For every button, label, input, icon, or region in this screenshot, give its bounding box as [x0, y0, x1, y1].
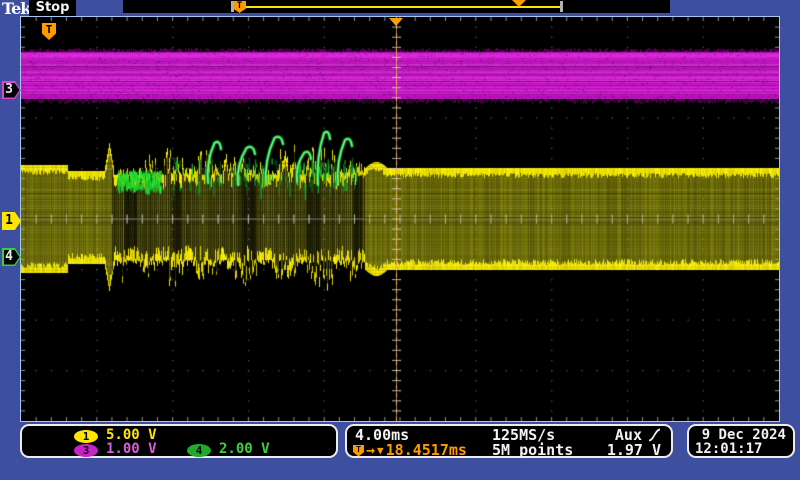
- record-length: 5M points: [492, 443, 573, 458]
- channel-4-marker-label: 4: [2, 249, 16, 264]
- trigger-position-bar-icon[interactable]: [512, 0, 526, 7]
- channel-1-marker-label: 1: [2, 213, 16, 228]
- channel-3-marker[interactable]: 3: [2, 81, 21, 99]
- graticule: T: [20, 16, 780, 422]
- channel-3-marker-label: 3: [2, 82, 16, 97]
- trigger-level: 1.97 V: [607, 443, 661, 458]
- datetime-box: 9 Dec 2024 12:01:17: [687, 424, 795, 458]
- horizontal-trigger-readout-box: 4.00ms 125MS/s Aux T → ▼ 18.4517ms 5M po…: [345, 424, 673, 458]
- time-readout: 12:01:17: [695, 442, 762, 457]
- channel-3-scale: 1.00 V: [106, 442, 157, 457]
- record-view-bar: T: [123, 0, 670, 13]
- trigger-t-icon: T: [233, 1, 246, 13]
- channel-4-scale: 2.00 V: [219, 442, 270, 457]
- acquisition-status[interactable]: Stop: [29, 0, 76, 17]
- window-bracket-right-icon[interactable]: [560, 1, 563, 12]
- channel-4-marker[interactable]: 4: [2, 248, 21, 266]
- trigger-position-icon[interactable]: [389, 18, 403, 26]
- channel-4-badge[interactable]: 4: [187, 444, 211, 457]
- waveform-display: [21, 17, 779, 421]
- oscilloscope-screen: Tek Stop T T 3 1 4 1 5.00 V 3 1.00 V 4 2…: [0, 0, 800, 480]
- channel-readout-box: 1 5.00 V 3 1.00 V 4 2.00 V: [20, 424, 338, 458]
- channel-1-marker[interactable]: 1: [2, 212, 21, 230]
- channel-3-badge[interactable]: 3: [74, 444, 98, 457]
